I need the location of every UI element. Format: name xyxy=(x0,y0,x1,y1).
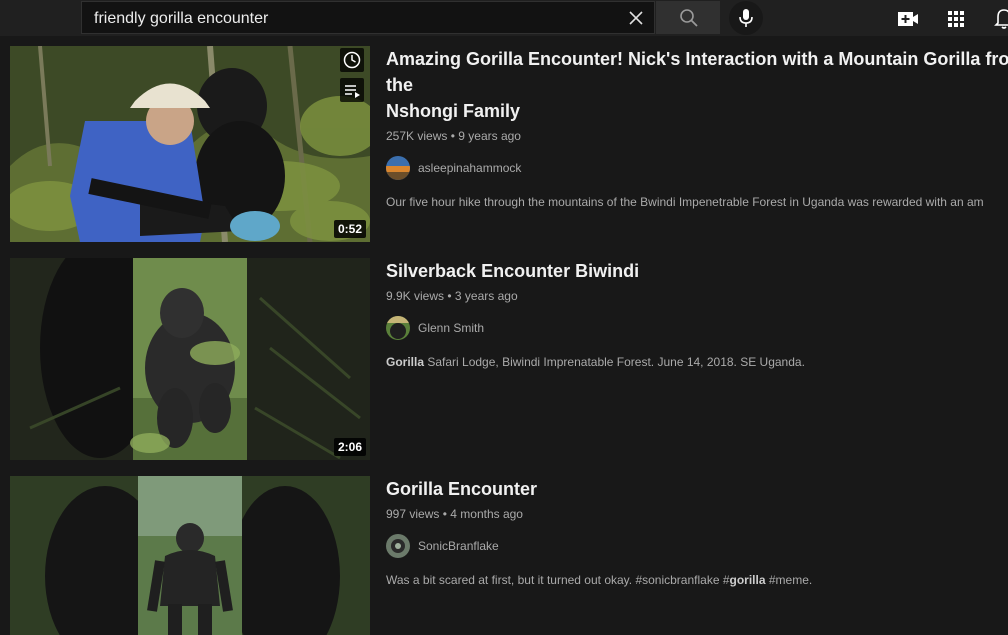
video-add-icon xyxy=(898,12,918,26)
close-icon xyxy=(629,11,643,25)
bell-icon xyxy=(994,9,1008,29)
upload-age: 9 years ago xyxy=(458,129,521,143)
video-title-line1: Gorilla Encounter xyxy=(386,479,538,499)
description-highlight: gorilla xyxy=(729,573,766,587)
add-to-queue-button[interactable] xyxy=(340,78,364,102)
video-description: Was a bit scared at first, but it turned… xyxy=(386,572,1008,588)
channel-name[interactable]: asleepinahammock xyxy=(418,161,521,175)
channel-avatar[interactable] xyxy=(386,316,410,340)
video-result: 2:06 Silverback Encounter Biwindi 9.9K v… xyxy=(10,258,1008,460)
video-metadata: 9.9K views • 3 years ago xyxy=(386,288,1008,304)
apps-grid-icon xyxy=(948,11,964,27)
video-result: 0:52 Amazing Gorilla Encounter! Nick's I… xyxy=(10,46,1008,242)
avatar-image xyxy=(386,316,410,340)
masthead xyxy=(0,0,1008,36)
channel-name[interactable]: SonicBranflake xyxy=(418,539,499,553)
view-count: 257K views xyxy=(386,129,448,143)
clear-search-button[interactable] xyxy=(626,8,646,28)
video-duration: 2:06 xyxy=(333,438,366,456)
video-duration: 0:52 xyxy=(333,220,366,238)
meta-separator: • xyxy=(447,289,452,303)
meta-separator: • xyxy=(442,507,447,521)
search-icon xyxy=(680,9,698,27)
video-title-line2: Nshongi Family xyxy=(386,101,521,121)
search-button[interactable] xyxy=(656,1,720,34)
avatar-image xyxy=(386,156,410,180)
microphone-icon xyxy=(739,9,753,27)
notifications-button[interactable] xyxy=(992,7,1008,31)
video-title[interactable]: Gorilla Encounter xyxy=(386,476,1008,502)
video-info: Amazing Gorilla Encounter! Nick's Intera… xyxy=(386,46,1008,210)
video-metadata: 997 views • 4 months ago xyxy=(386,506,1008,522)
channel-avatar[interactable] xyxy=(386,534,410,558)
view-count: 9.9K views xyxy=(386,289,445,303)
upload-age: 4 months ago xyxy=(450,507,523,521)
channel-info: asleepinahammock xyxy=(386,156,1008,180)
video-result: Gorilla Encounter 997 views • 4 months a… xyxy=(10,476,1008,635)
video-title[interactable]: Silverback Encounter Biwindi xyxy=(386,258,1008,284)
video-description: Gorilla Safari Lodge, Biwindi Imprenatab… xyxy=(386,354,1008,370)
video-title-line1: Amazing Gorilla Encounter! Nick's Intera… xyxy=(386,49,1008,95)
channel-avatar[interactable] xyxy=(386,156,410,180)
youtube-search-results-page: 0:52 Amazing Gorilla Encounter! Nick's I… xyxy=(0,0,1008,635)
description-text: Our five hour hike through the mountains… xyxy=(386,195,984,209)
channel-info: SonicBranflake xyxy=(386,534,1008,558)
watch-later-button[interactable] xyxy=(340,48,364,72)
apps-button[interactable] xyxy=(944,7,968,31)
voice-search-button[interactable] xyxy=(729,1,763,35)
channel-info: Glenn Smith xyxy=(386,316,1008,340)
description-text-end: #meme. xyxy=(765,573,813,587)
view-count: 997 views xyxy=(386,507,440,521)
video-info: Silverback Encounter Biwindi 9.9K views … xyxy=(386,258,1008,370)
video-thumbnail[interactable]: 0:52 xyxy=(10,46,370,242)
avatar-image xyxy=(386,534,410,558)
search-box[interactable] xyxy=(81,1,655,35)
channel-name[interactable]: Glenn Smith xyxy=(418,321,484,335)
video-info: Gorilla Encounter 997 views • 4 months a… xyxy=(386,476,1008,588)
upload-age: 3 years ago xyxy=(454,289,518,303)
video-thumbnail[interactable] xyxy=(10,476,370,635)
meta-separator: • xyxy=(450,129,455,143)
queue-icon xyxy=(345,85,360,98)
description-highlight: Gorilla xyxy=(386,355,425,369)
search-input[interactable] xyxy=(92,2,626,35)
video-thumbnail[interactable]: 2:06 xyxy=(10,258,370,460)
description-text: Safari Lodge, Biwindi Imprenatable Fores… xyxy=(424,355,805,369)
thumbnail-image xyxy=(10,476,370,635)
video-title[interactable]: Amazing Gorilla Encounter! Nick's Intera… xyxy=(386,46,1008,124)
video-description: Our five hour hike through the mountains… xyxy=(386,194,1008,210)
video-metadata: 257K views • 9 years ago xyxy=(386,128,1008,144)
clock-icon xyxy=(343,51,361,69)
video-title-line1: Silverback Encounter Biwindi xyxy=(386,261,640,281)
description-text: Was a bit scared at first, but it turned… xyxy=(386,573,730,587)
thumbnail-image xyxy=(10,258,370,460)
create-button[interactable] xyxy=(896,7,920,31)
thumbnail-image xyxy=(10,46,370,242)
